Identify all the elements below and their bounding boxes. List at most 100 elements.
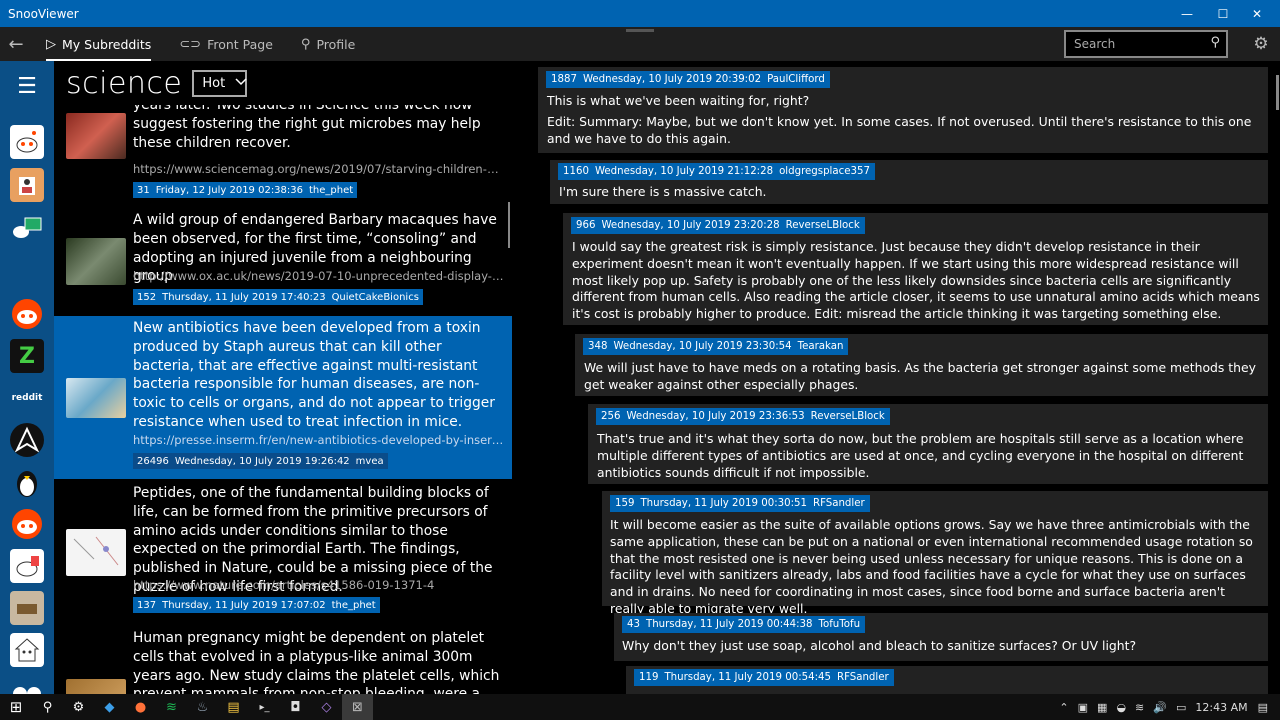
tab-profile[interactable]: ⚲ Profile [287,27,369,61]
settings-icon[interactable]: ⚙ [1248,30,1274,58]
comment-meta: 43 Thursday, 11 July 2019 00:44:38 TofuT… [622,616,866,633]
post-item[interactable]: Peptides, one of the fundamental buildin… [54,481,512,619]
subreddit-z-icon[interactable]: Z [10,339,44,373]
post-item[interactable]: Human pregnancy might be dependent on pl… [54,625,512,694]
post-list-scrollbar[interactable] [508,202,510,248]
comment-author[interactable]: RFSandler [813,498,865,509]
link-icon: ⊂⊃ [179,36,202,52]
reddit-icon[interactable] [10,297,44,331]
search-input[interactable]: Search ⚲ [1064,30,1228,58]
keyboard-icon[interactable]: ▭ [1176,701,1186,714]
store-icon[interactable]: ◘ [280,694,311,720]
comments-scrollbar[interactable] [1276,75,1279,110]
comment-meta: 159 Thursday, 11 July 2019 00:30:51 RFSa… [610,495,870,512]
post-date: Wednesday, 10 July 2019 19:26:42 [174,455,350,467]
comment-author[interactable]: ReverseLBlock [786,220,860,231]
play-icon: ▷ [46,36,56,52]
post-date: Friday, 12 July 2019 02:38:36 [155,184,304,196]
post-thumbnail [66,679,126,694]
vscode-icon[interactable]: ◆ [94,694,125,720]
back-icon[interactable]: ← [0,27,32,61]
subreddit-icon[interactable] [10,168,44,202]
comment-line: Edit: Summary: Maybe, but we don't know … [547,113,1252,146]
comment-date: Wednesday, 10 July 2019 20:39:02 [582,74,762,85]
comment-line: That's true and it's what they sorta do … [597,431,1244,480]
comment-date: Thursday, 11 July 2019 00:44:38 [645,619,813,630]
subreddit-icon[interactable] [10,125,44,159]
subreddit-title: science [66,66,183,101]
post-url[interactable]: https://www.sciencemag.org/news/2019/07/… [133,162,505,176]
post-url[interactable]: https://www.nature.com/articles/s41586-0… [133,578,505,592]
system-tray: ⌃ ▣ ▦ ◒ ≋ 🔊 ▭ 12:43 AM ▤ [1059,694,1280,720]
subreddit-icon[interactable] [10,675,44,694]
comment-score: 119 [639,672,659,683]
post-item-selected[interactable]: New antibiotics have been developed from… [54,316,512,479]
comment-meta: 1887 Wednesday, 10 July 2019 20:39:02 Pa… [546,71,830,88]
file-explorer-icon[interactable]: ▤ [218,694,249,720]
post-url[interactable]: https://presse.inserm.fr/en/new-antibiot… [133,433,505,447]
post-meta: 152 Thursday, 11 July 2019 17:40:23 Quie… [133,289,423,305]
search-icon[interactable]: ⚲ [32,694,63,720]
chevron-down-icon [235,78,247,89]
windows-start-icon[interactable]: ⊞ [0,694,32,720]
subreddit-icon[interactable] [10,633,44,667]
comment-date: Wednesday, 10 July 2019 23:30:54 [613,341,792,352]
post-url[interactable]: http://www.ox.ac.uk/news/2019-07-10-unpr… [133,269,505,283]
comment-date: Wednesday, 10 July 2019 21:12:28 [594,166,774,177]
subreddit-icon[interactable] [10,211,44,245]
hamburger-menu-icon[interactable]: ☰ [0,61,54,111]
comment-meta: 348 Wednesday, 10 July 2019 23:30:54 Tea… [583,338,849,355]
comment-body: We will just have to have meds on a rota… [584,360,1259,394]
reddit-text-icon[interactable]: reddit [10,381,44,415]
tray-app-icon[interactable]: ▦ [1097,701,1107,714]
post-item[interactable]: years later. Two studies in Science this… [54,105,512,203]
terminal-icon[interactable]: ▸_ [249,694,280,720]
notification-icon[interactable]: ▤ [1258,701,1268,714]
comment: 256 Wednesday, 10 July 2019 23:36:53 Rev… [588,404,1268,484]
clock[interactable]: 12:43 AM [1195,701,1247,714]
post-score: 26496 [137,455,169,467]
comment: 159 Thursday, 11 July 2019 00:30:51 RFSa… [602,491,1268,616]
comment-line: This is what we've been waiting for, rig… [547,93,810,108]
wifi-icon[interactable]: ≋ [1135,701,1144,714]
person-icon: ⚲ [300,36,311,52]
comment-meta: 256 Wednesday, 10 July 2019 23:36:53 Rev… [596,408,890,425]
snooviewer-taskbar-icon[interactable]: ⊠ [342,694,373,720]
post-author: the_phet [309,184,354,196]
comment-body: It will become easier as the suite of av… [610,517,1260,618]
sort-dropdown[interactable]: Hot [192,70,248,97]
comment-author[interactable]: oldgregsplace357 [779,166,870,177]
post-author: QuietCakeBionics [331,291,419,303]
subreddit-icon[interactable] [10,423,44,457]
comment-line: We will just have to have meds on a rota… [584,360,1256,392]
comment-author[interactable]: PaulClifford [767,74,825,85]
tray-app-icon[interactable]: ▣ [1078,701,1088,714]
tab-label: Profile [316,36,356,52]
tab-front-page[interactable]: ⊂⊃ Front Page [165,27,287,61]
tab-my-subreddits[interactable]: ▷ My Subreddits [32,27,165,61]
onedrive-icon[interactable]: ◒ [1116,701,1126,714]
comment-body: This is what we've been waiting for, rig… [547,93,1259,147]
visual-studio-icon[interactable]: ◇ [311,694,342,720]
comment-author[interactable]: TofuTofu [819,619,861,630]
firefox-icon[interactable]: ● [125,694,156,720]
reddit-icon[interactable] [10,507,44,541]
comment-author[interactable]: ReverseLBlock [811,411,885,422]
search-icon[interactable]: ⚲ [1210,35,1220,50]
tab-label: Front Page [207,36,273,52]
drag-handle[interactable] [626,29,654,32]
comment-author[interactable]: RFSandler [837,672,889,683]
subreddit-icon[interactable] [10,549,44,583]
comment-author[interactable]: Tearakan [798,341,844,352]
post-author: the_phet [331,599,376,611]
settings-app-icon[interactable]: ⚙ [63,694,94,720]
steam-icon[interactable]: ♨ [187,694,218,720]
comment: 1887 Wednesday, 10 July 2019 20:39:02 Pa… [538,67,1268,153]
penguin-icon[interactable] [10,465,44,499]
post-item[interactable]: A wild group of endangered Barbary macaq… [54,205,512,313]
volume-icon[interactable]: 🔊 [1153,701,1167,714]
close-button[interactable]: ✕ [1234,0,1280,27]
show-hidden-icon[interactable]: ⌃ [1059,701,1068,714]
spotify-icon[interactable]: ≋ [156,694,187,720]
subreddit-image-icon[interactable] [10,591,44,625]
